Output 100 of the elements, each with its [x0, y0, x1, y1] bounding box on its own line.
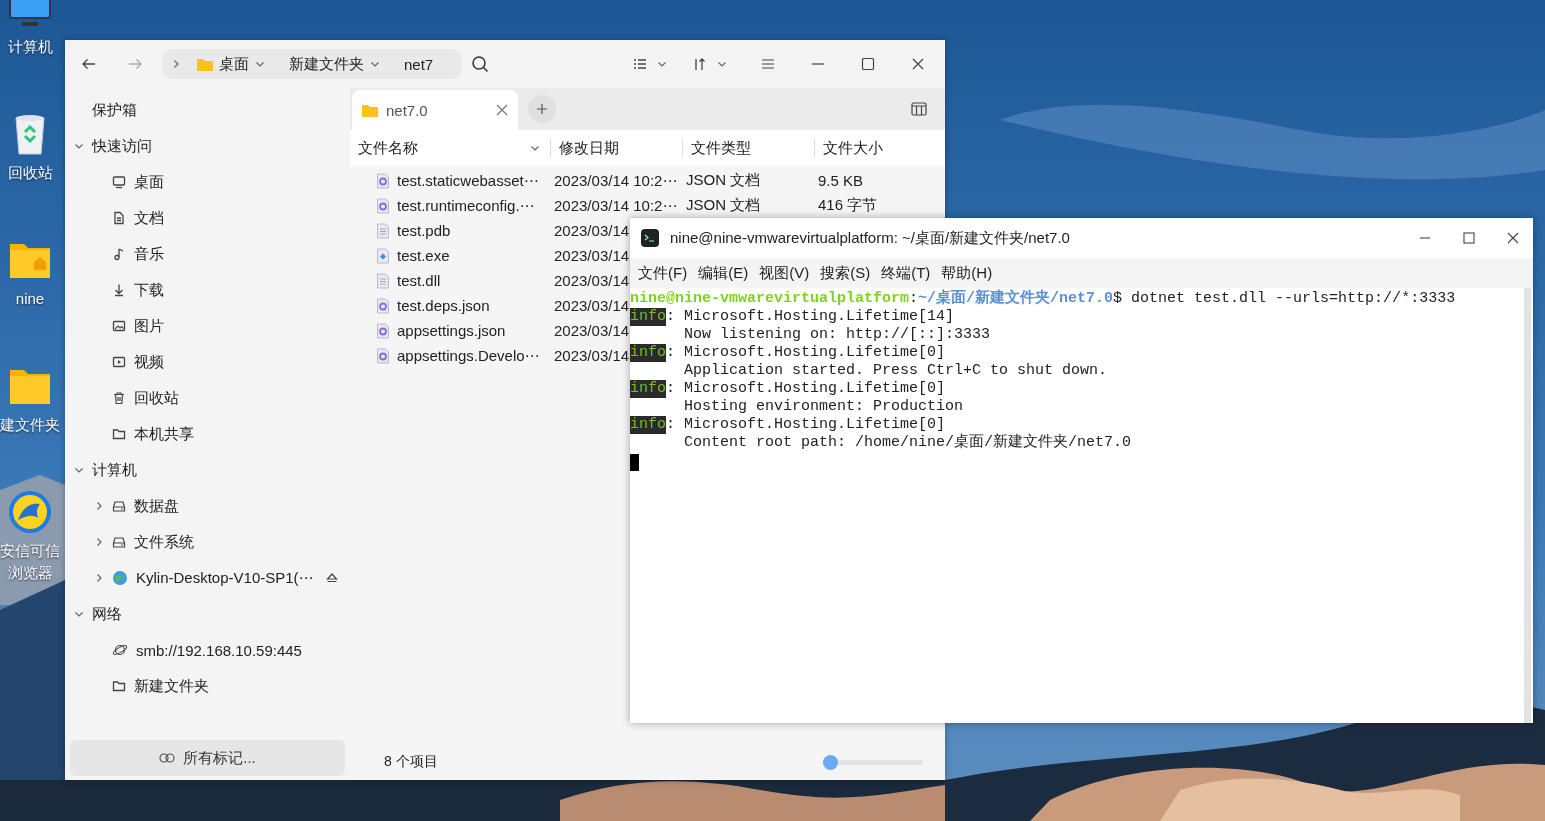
- eject-icon: [326, 571, 338, 584]
- sidebar-item[interactable]: 视频: [134, 352, 164, 372]
- file-name[interactable]: test.deps.json: [397, 297, 490, 314]
- sort-icon: [693, 57, 707, 71]
- sidebar-item[interactable]: 本机共享: [134, 424, 194, 444]
- desktop-icon-label[interactable]: 回收站: [0, 162, 61, 184]
- json-file-icon: [376, 322, 390, 339]
- column-header[interactable]: 修改日期: [559, 138, 619, 158]
- chevron-down-icon: [74, 141, 84, 151]
- breadcrumb-item[interactable]: 桌面: [189, 54, 273, 74]
- log-level-badge: info: [630, 308, 666, 326]
- sidebar-item[interactable]: 数据盘: [134, 496, 179, 516]
- log-text: Content root path: /home/nine/桌面/新建文件夹/net7.0: [684, 434, 1132, 452]
- trash-icon: [112, 391, 126, 405]
- sidebar-item[interactable]: 文件系统: [134, 532, 194, 552]
- prompt-user: nine@nine-vmwarevirtualplatform: [630, 290, 910, 308]
- document-file-icon: [376, 272, 390, 289]
- text-file-icon: [376, 222, 390, 239]
- plus-icon: [536, 103, 548, 115]
- file-date: 2023/03/14 10:2⋯: [554, 171, 678, 189]
- column-header[interactable]: 文件名称: [358, 138, 418, 158]
- window-title: nine@nine-vmwarevirtualplatform: ~/桌面/新建文件夹/net7.0: [670, 228, 1070, 248]
- search-icon: [471, 55, 489, 73]
- file-size: 9.5 KB: [818, 172, 864, 189]
- sidebar-item[interactable]: 下载: [134, 280, 164, 300]
- menu-item[interactable]: 编辑(E): [694, 263, 754, 283]
- file-size: 416 字节: [818, 196, 878, 213]
- file-date: 2023/03/14: [554, 247, 630, 264]
- file-name[interactable]: appsettings.json: [397, 322, 506, 339]
- json-file-icon: [376, 347, 390, 364]
- chevron-right-icon: [171, 59, 181, 69]
- menu-item[interactable]: 文件(F): [634, 263, 693, 283]
- tab[interactable]: net7.0: [352, 90, 518, 130]
- desktop-icon-label[interactable]: nine: [0, 288, 61, 310]
- prompt-path: ~/桌面/新建文件夹/net7.0: [918, 290, 1114, 308]
- maximize-icon: [861, 57, 875, 71]
- file-date: 2023/03/14 10:2⋯: [554, 196, 678, 214]
- column-header[interactable]: 文件类型: [691, 138, 751, 158]
- sidebar-item[interactable]: 音乐: [134, 244, 164, 264]
- image-icon: [112, 319, 126, 333]
- desktop-icon-label[interactable]: 计算机: [0, 36, 61, 58]
- sidebar-item[interactable]: 保护箱: [92, 100, 137, 120]
- network-icon: [112, 643, 128, 657]
- chevron-down-icon: [530, 143, 540, 153]
- slider-thumb[interactable]: [823, 754, 838, 770]
- file-date: 2023/03/14: [554, 222, 630, 239]
- executable-file-icon: [376, 247, 390, 264]
- sidebar-item[interactable]: 图片: [134, 316, 164, 336]
- file-type: JSON 文档: [686, 171, 761, 188]
- sidebar-item[interactable]: 网络: [92, 604, 122, 624]
- file-date: 2023/03/14: [554, 272, 630, 289]
- menu-item[interactable]: 帮助(H): [937, 263, 998, 283]
- file-name[interactable]: test.runtimeconfig.⋯: [397, 196, 535, 215]
- log-level-badge: info: [630, 380, 666, 398]
- column-header[interactable]: 文件大小: [823, 138, 883, 158]
- columns-icon: [911, 102, 927, 116]
- close-icon: [1507, 232, 1519, 244]
- document-icon: [112, 211, 126, 225]
- prompt-separator: :: [909, 290, 919, 308]
- menu-item[interactable]: 终端(T): [877, 263, 936, 283]
- terminal-cursor: [630, 454, 639, 471]
- sidebar-item[interactable]: 回收站: [134, 388, 179, 408]
- globe-icon: [112, 570, 128, 586]
- music-note-icon: [112, 247, 126, 261]
- log-text: : Microsoft.Hosting.Lifetime[0]: [666, 344, 946, 362]
- file-name[interactable]: test.dll: [397, 272, 441, 289]
- breadcrumb-item[interactable]: net7: [396, 55, 442, 73]
- file-name[interactable]: test.pdb: [397, 222, 451, 239]
- file-date: 2023/03/14: [554, 297, 630, 314]
- breadcrumb-item[interactable]: 新建文件夹: [281, 54, 388, 74]
- sidebar-item[interactable]: 计算机: [92, 460, 137, 480]
- close-icon: [496, 103, 508, 116]
- close-icon: [911, 57, 925, 71]
- menu-item[interactable]: 搜索(S): [816, 263, 876, 283]
- sidebar-item[interactable]: smb://192.168.10.59:445: [136, 641, 302, 659]
- new-tab-button[interactable]: [528, 95, 556, 123]
- desktop-icon-label[interactable]: 建文件夹: [0, 414, 61, 436]
- sidebar-item[interactable]: 快速访问: [92, 136, 152, 156]
- sidebar-item[interactable]: 新建文件夹: [134, 676, 209, 696]
- sidebar-item[interactable]: Kylin-Desktop-V10-SP1(⋯: [136, 569, 314, 587]
- log-text: Hosting environment: Production: [684, 398, 964, 416]
- menu-icon: [761, 57, 775, 71]
- sidebar-item[interactable]: 文档: [134, 208, 164, 228]
- sidebar-item[interactable]: 桌面: [134, 172, 164, 192]
- file-type: JSON 文档: [686, 196, 761, 213]
- log-level-badge: info: [630, 344, 666, 362]
- log-level-badge: info: [630, 416, 666, 434]
- folder-icon: [112, 679, 126, 693]
- file-name[interactable]: test.exe: [397, 247, 450, 264]
- file-name[interactable]: appsettings.Develo⋯: [397, 346, 540, 365]
- file-name[interactable]: test.staticwebasset⋯: [397, 171, 539, 190]
- chevron-right-icon: [94, 537, 104, 547]
- all-tags-button[interactable]: 所有标记...: [70, 740, 345, 776]
- log-text: Now listening on: http://[::]:3333: [684, 326, 991, 344]
- monitor-icon: [112, 175, 126, 189]
- scrollbar[interactable]: [1524, 288, 1531, 723]
- drive-icon: [112, 535, 126, 549]
- menu-item[interactable]: 视图(V): [755, 263, 815, 283]
- log-text: Application started. Press Ctrl+C to shut down.: [684, 362, 1108, 380]
- chevron-right-icon: [94, 501, 104, 511]
